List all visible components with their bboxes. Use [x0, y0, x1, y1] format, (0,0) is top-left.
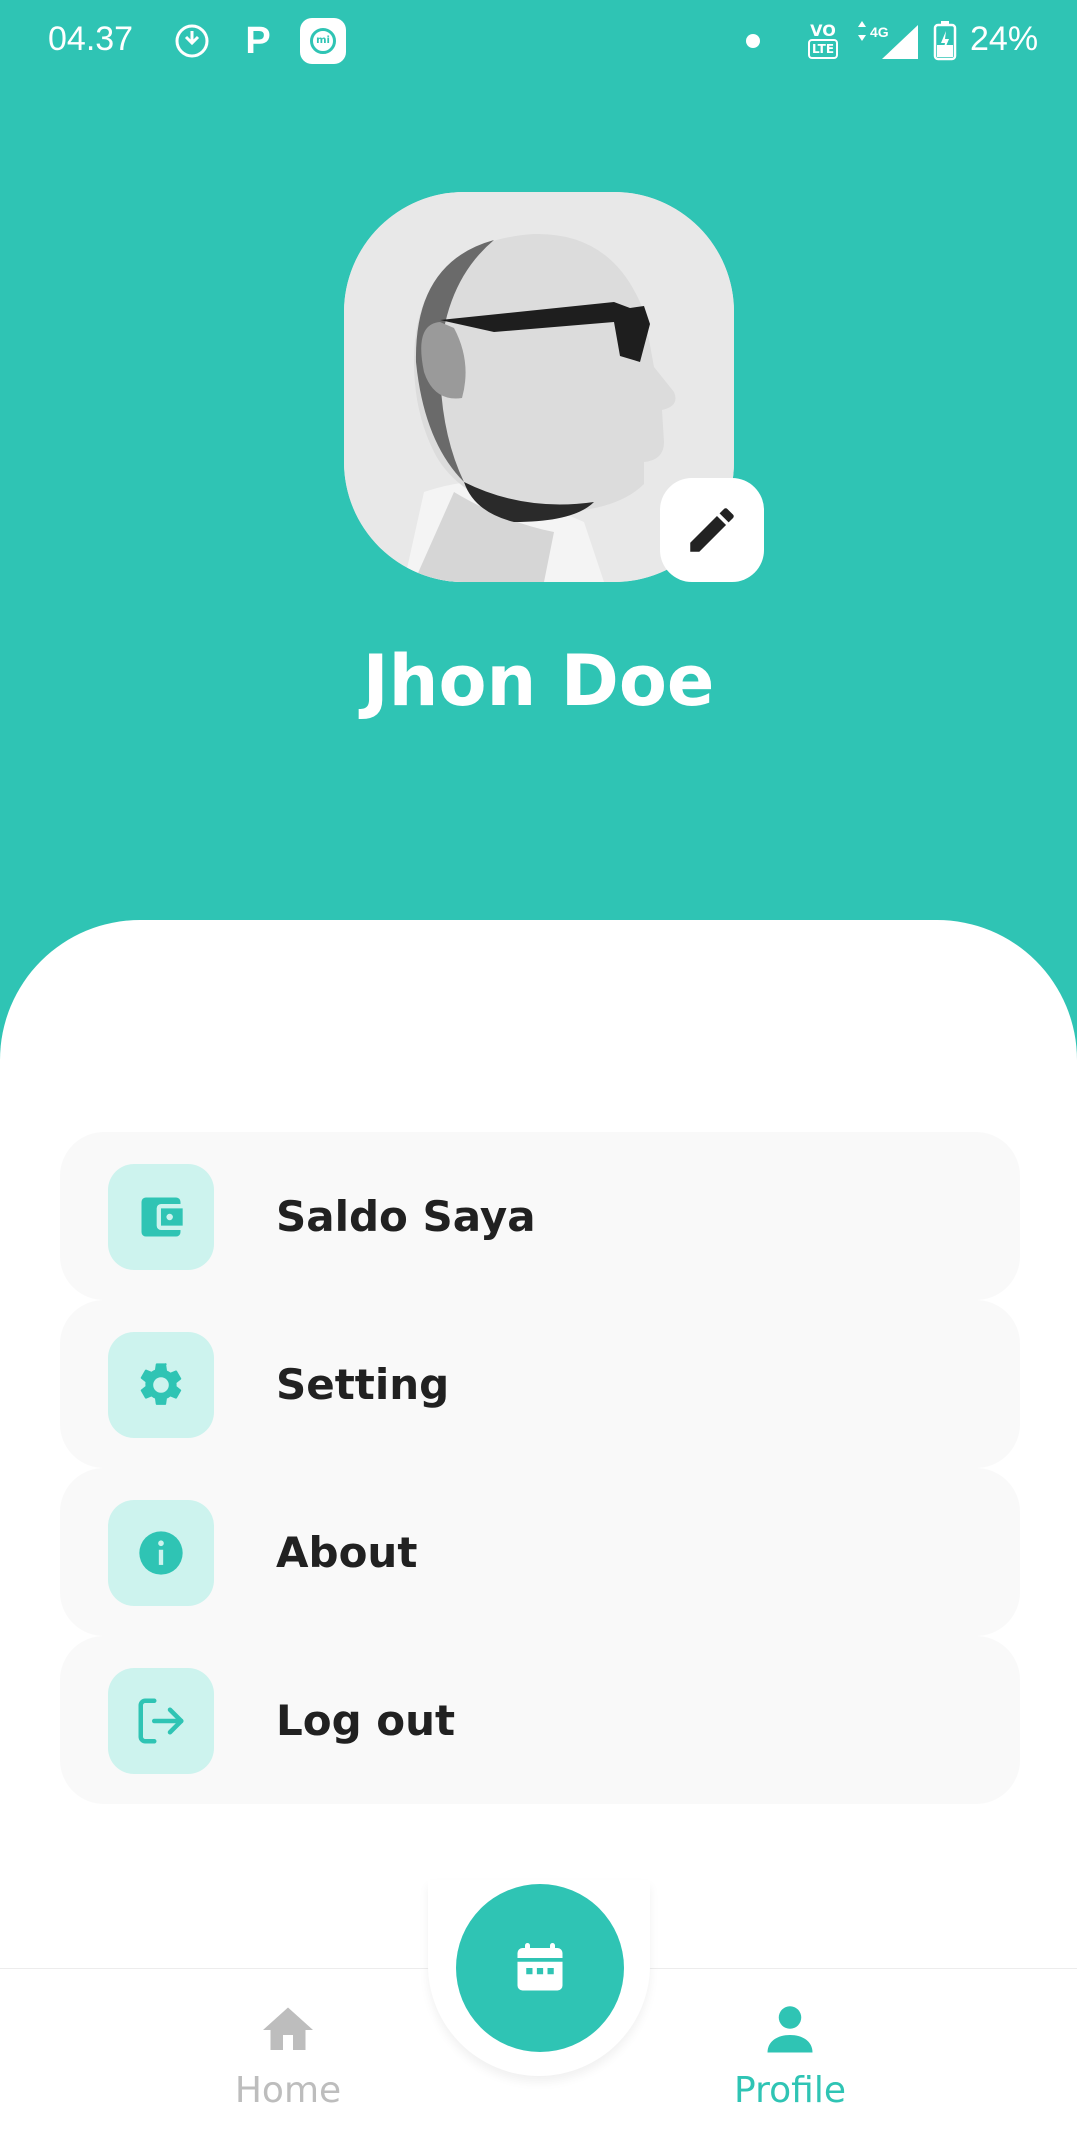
- nav-profile-label: Profile: [734, 2070, 846, 2111]
- status-time: 04.37: [48, 20, 134, 58]
- volte-icon: VO LTE: [800, 18, 846, 64]
- signal-icon: 4G: [852, 18, 922, 64]
- parking-app-icon: P: [245, 19, 271, 62]
- battery-icon: [930, 18, 960, 64]
- calendar-fab-button[interactable]: [456, 1884, 624, 2052]
- menu-item-label: Saldo Saya: [276, 1191, 536, 1241]
- sync-icon: [170, 18, 214, 64]
- edit-avatar-button[interactable]: [660, 478, 764, 582]
- battery-percent: 24%: [970, 20, 1039, 58]
- menu-item-label: About: [276, 1527, 418, 1577]
- nav-profile[interactable]: Profile: [690, 2000, 890, 2111]
- menu-item-logout[interactable]: Log out: [60, 1636, 1020, 1804]
- mi-app-icon: mi: [300, 18, 346, 64]
- svg-text:4G: 4G: [870, 24, 889, 40]
- status-bar: 04.37 P mi VO LTE 4G 24%: [0, 0, 1077, 84]
- calendar-icon: [517, 1943, 563, 1991]
- menu-item-saldo-saya[interactable]: Saldo Saya: [60, 1132, 1020, 1300]
- pencil-icon: [690, 508, 734, 552]
- menu-item-label: Log out: [276, 1695, 456, 1745]
- person-icon: [767, 2006, 813, 2053]
- nav-home-label: Home: [234, 2070, 342, 2111]
- nav-home[interactable]: Home: [188, 2000, 388, 2111]
- gear-icon: [108, 1332, 214, 1438]
- profile-name: Jhon Doe: [362, 640, 715, 722]
- notification-dot-icon: [746, 34, 760, 48]
- menu-item-setting[interactable]: Setting: [60, 1300, 1020, 1468]
- logout-icon: [108, 1668, 214, 1774]
- menu-item-label: Setting: [276, 1359, 450, 1409]
- wallet-icon: [108, 1164, 214, 1270]
- menu-item-about[interactable]: About: [60, 1468, 1020, 1636]
- home-icon: [263, 2007, 313, 2050]
- info-icon: [108, 1500, 214, 1606]
